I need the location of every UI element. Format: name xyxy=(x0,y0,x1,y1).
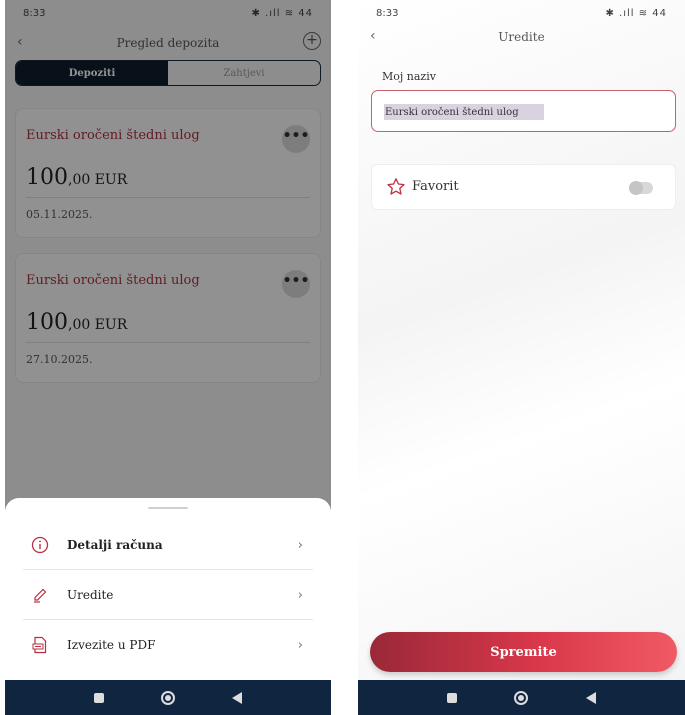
favorite-label: Favorit xyxy=(412,179,459,194)
recents-square-icon[interactable] xyxy=(93,692,104,703)
back-chevron-icon[interactable]: ‹ xyxy=(370,28,376,44)
back-triangle-icon[interactable] xyxy=(232,691,243,704)
sheet-item-export-pdf[interactable]: Izvezite u PDF › xyxy=(5,620,331,670)
toggle-knob xyxy=(629,181,643,195)
status-indicators: ✱ .ıll ≋ 44 xyxy=(605,7,667,19)
sheet-item-edit[interactable]: Uredite › xyxy=(5,570,331,620)
status-time: 8:33 xyxy=(376,7,399,19)
pdf-icon xyxy=(30,635,50,655)
sheet-item-label: Detalji računa xyxy=(67,538,163,552)
sheet-item-label: Izvezite u PDF xyxy=(67,638,156,652)
home-circle-icon[interactable] xyxy=(514,690,529,705)
recents-square-icon[interactable] xyxy=(446,692,457,703)
name-field-label: Moj naziv xyxy=(382,70,436,83)
chevron-right-icon: › xyxy=(297,637,303,653)
star-icon xyxy=(386,177,406,201)
system-nav-bar xyxy=(358,680,685,715)
favorite-toggle[interactable] xyxy=(629,181,653,195)
save-button[interactable]: Spremite xyxy=(370,632,677,672)
deposits-overview-screen: 8:33 ✱ .ıll ≋ 44 ‹ Pregled depozita + De… xyxy=(5,0,331,715)
home-circle-icon[interactable] xyxy=(160,690,175,705)
name-input[interactable] xyxy=(384,104,544,120)
page-title: Uredite xyxy=(498,30,545,44)
chevron-right-icon: › xyxy=(297,537,303,553)
top-bar: ‹ Uredite xyxy=(358,26,685,48)
pencil-icon xyxy=(30,585,50,605)
favorite-card[interactable]: Favorit xyxy=(371,164,676,210)
sheet-item-label: Uredite xyxy=(67,588,114,602)
system-nav-bar xyxy=(5,680,331,715)
status-bar: 8:33 ✱ .ıll ≋ 44 xyxy=(358,0,685,26)
edit-deposit-screen: 8:33 ✱ .ıll ≋ 44 ‹ Uredite Moj naziv Fav… xyxy=(358,0,685,715)
info-icon xyxy=(30,535,50,555)
sheet-item-account-details[interactable]: Detalji računa › xyxy=(5,520,331,570)
back-triangle-icon[interactable] xyxy=(586,691,597,704)
name-field[interactable] xyxy=(371,90,676,132)
bottom-sheet: Detalji računa › Uredite › Izvezite u PD… xyxy=(5,498,331,680)
sheet-handle[interactable] xyxy=(148,507,188,509)
chevron-right-icon: › xyxy=(297,587,303,603)
